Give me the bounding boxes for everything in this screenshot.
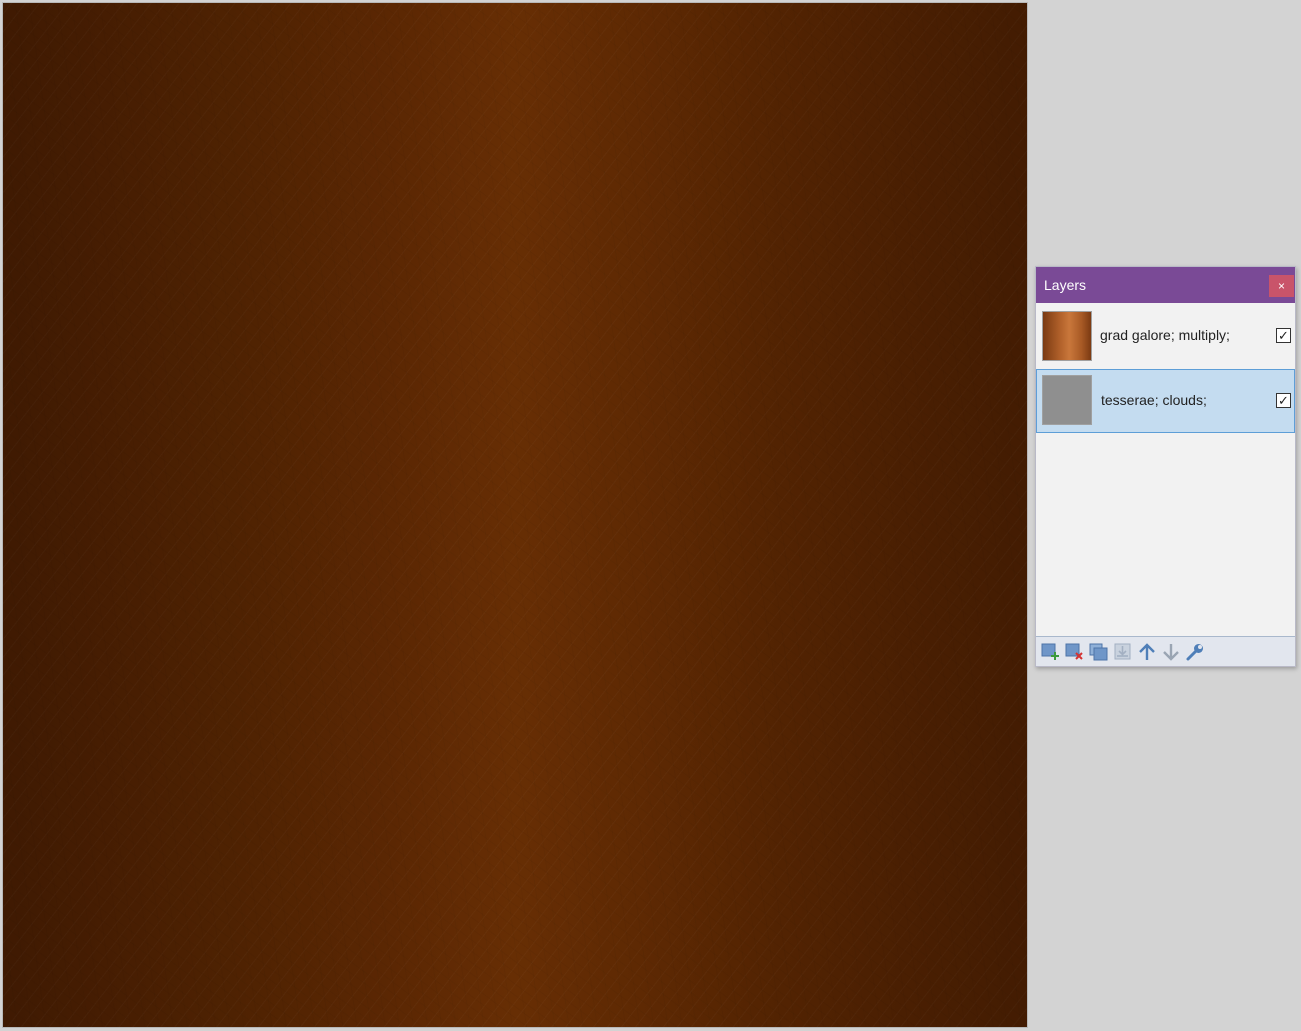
layer-name: tesserae; clouds; [1101,392,1207,408]
duplicate-layer-icon[interactable] [1089,642,1109,662]
move-layer-up-icon[interactable] [1137,642,1157,662]
layer-thumbnail [1042,375,1092,425]
layer-name: grad galore; multiply; [1100,327,1230,343]
merge-layer-down-icon[interactable] [1113,642,1133,662]
layer-properties-icon[interactable] [1185,642,1205,662]
image-canvas[interactable] [3,3,1027,1027]
layer-row-tesserae[interactable]: tesserae; clouds; ✓ [1036,369,1295,433]
close-button[interactable]: × [1269,275,1294,297]
layers-panel: Layers × grad galore; multiply; ✓ tesser… [1035,266,1296,667]
layer-list: grad galore; multiply; ✓ tesserae; cloud… [1036,304,1295,637]
layer-visibility-checkbox[interactable]: ✓ [1276,328,1291,343]
layers-toolbar [1036,636,1295,666]
layer-row-grad-galore[interactable]: grad galore; multiply; ✓ [1036,304,1295,368]
layer-visibility-checkbox[interactable]: ✓ [1276,393,1291,408]
add-new-layer-icon[interactable] [1041,642,1061,662]
workspace: Layers × grad galore; multiply; ✓ tesser… [0,0,1301,1031]
layer-thumbnail [1042,311,1092,361]
move-layer-down-icon[interactable] [1161,642,1181,662]
delete-layer-icon[interactable] [1065,642,1085,662]
layers-panel-title: Layers [1044,277,1087,293]
layers-panel-titlebar[interactable]: Layers × [1036,267,1295,303]
